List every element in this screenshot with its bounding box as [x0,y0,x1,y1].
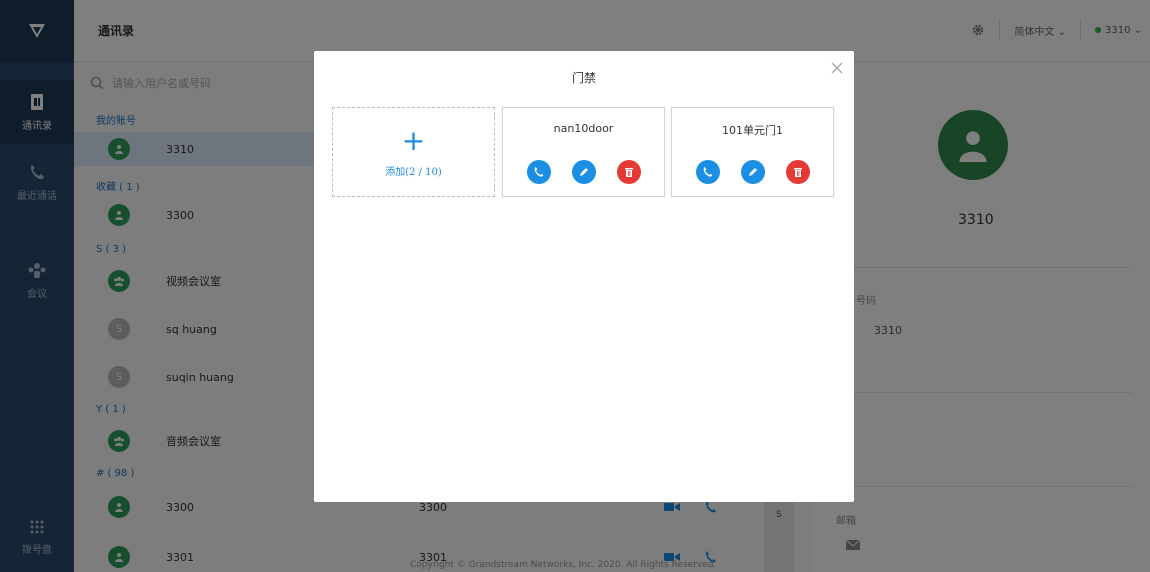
edit-door-button[interactable] [741,160,765,184]
delete-door-button[interactable] [786,160,810,184]
pencil-icon [749,168,757,176]
app-window: 通讯录 最近通话 会议 拨号盘 通讯录 简体中文 ⌄ 3310 ⌄ 请输入用户名… [0,0,1150,572]
door-name: 101单元门1 [722,124,783,137]
close-icon[interactable] [830,61,844,75]
trash-icon [625,168,633,177]
door-name: nan10door [553,122,614,135]
door-card: 101单元门1 [671,107,834,197]
phone-icon [534,166,544,177]
add-door-label: 添加(2 / 10) [385,166,442,178]
dialog-title: 门禁 [571,71,596,85]
plus-icon: + [401,123,426,157]
delete-door-button[interactable] [617,160,641,184]
trash-icon [794,168,802,177]
edit-door-button[interactable] [572,160,596,184]
pencil-icon [580,168,588,176]
phone-icon [703,166,713,177]
door-access-dialog: 门禁 + 添加(2 / 10) nan10door 101单元门1 [314,51,854,502]
door-card: nan10door [502,107,665,197]
call-door-button[interactable] [696,160,720,184]
call-door-button[interactable] [527,160,551,184]
add-door-button[interactable]: + 添加(2 / 10) [332,107,495,197]
